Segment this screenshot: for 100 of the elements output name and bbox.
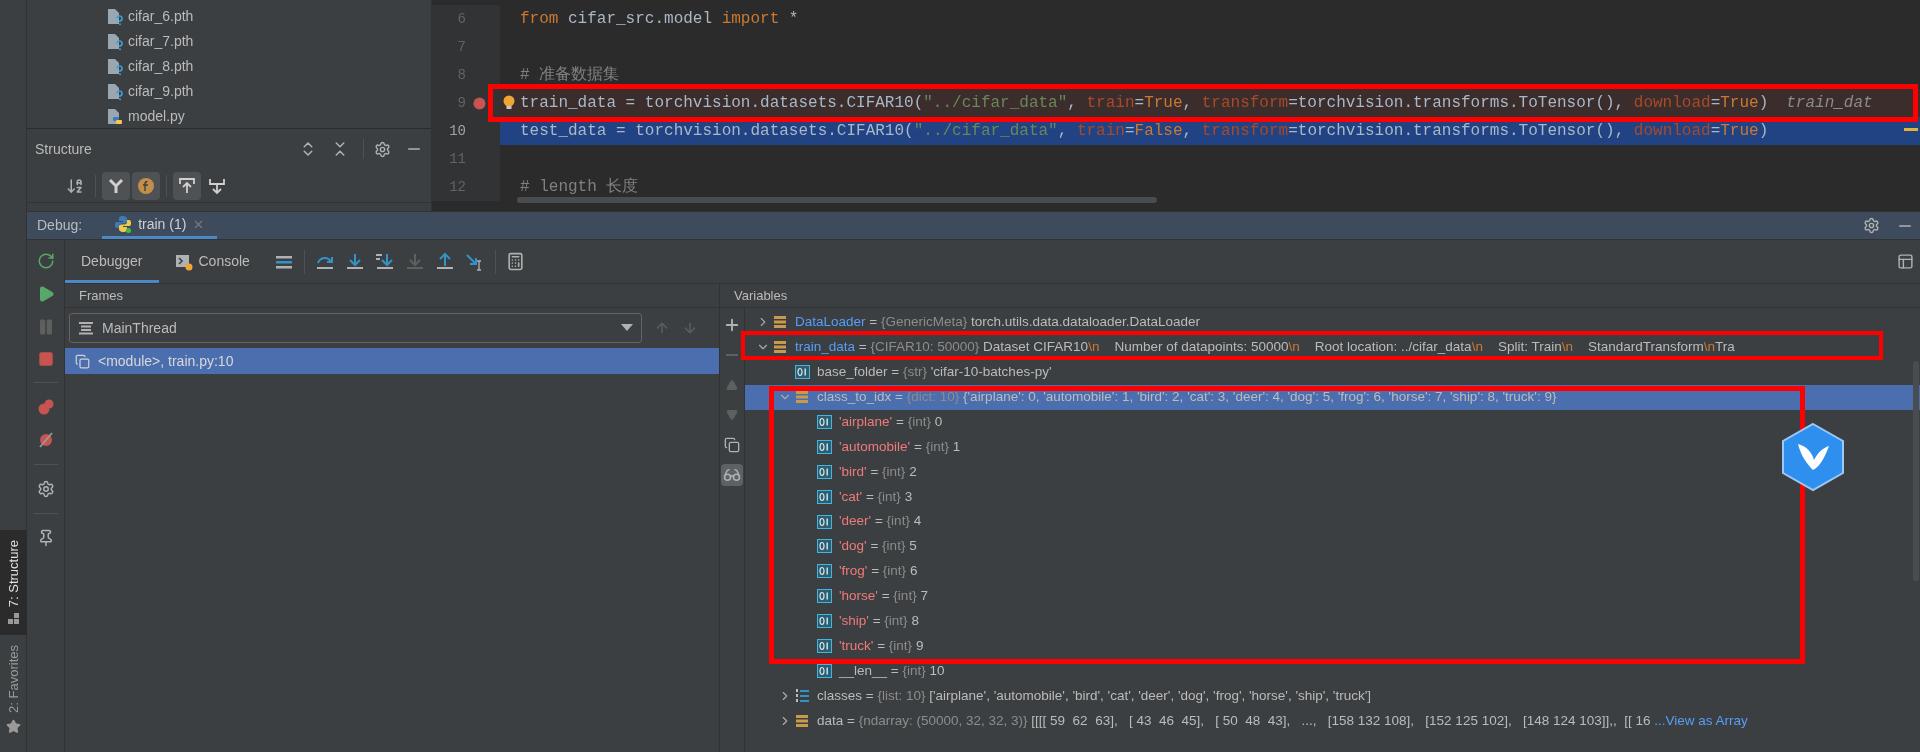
calculator-icon[interactable]: [505, 252, 525, 271]
unknown-file-icon: [107, 82, 124, 101]
panel-title: Frames: [79, 286, 124, 305]
breakpoints-icon[interactable]: [36, 398, 55, 416]
tree-row[interactable]: data = {ndarray: (50000, 32, 32, 3)} [[[[ 59 62 63], [ 43 46 45], [ 50 48 43], ..., [158 132 108], [152 125 102], [148 124 103]],, [[ 16 ...View as Array: [745, 708, 1920, 734]
binary-value-icon: [817, 464, 832, 479]
frame-item[interactable]: <module>, train.py:10: [65, 348, 719, 374]
settings-icon[interactable]: [374, 140, 391, 158]
tree-row[interactable]: 'bird' = {int} 2: [745, 459, 1920, 485]
unknown-file-icon: [107, 32, 124, 51]
run-tab[interactable]: train (1): [102, 212, 218, 239]
code-line: train_data = torchvision.datasets.CIFAR10("../cifar_data", train=True, transform=torchvision.transforms.ToTensor(), download=True): [520, 93, 1769, 114]
layout-icon[interactable]: [1897, 253, 1914, 270]
breakpoint-icon[interactable]: [473, 96, 486, 110]
file-tree-item[interactable]: cifar_6.pth: [107, 4, 431, 29]
variable-text: 'deer' = {int} 4: [839, 512, 922, 531]
tree-row[interactable]: 'frog' = {int} 6: [745, 558, 1920, 584]
warning-stripe-marker[interactable]: [1904, 128, 1918, 131]
console-icon: [174, 252, 193, 271]
triangle-up-icon: [726, 379, 738, 391]
step-out-icon[interactable]: [434, 251, 455, 272]
settings-icon[interactable]: [36, 480, 55, 498]
fields-filter-button[interactable]: [132, 171, 160, 200]
panel-title: Structure: [35, 139, 92, 159]
variable-text: 'airplane' = {int} 0: [839, 412, 943, 431]
variable-text: 'horse' = {int} 7: [839, 587, 928, 606]
binary-value-icon: [817, 589, 832, 604]
tree-row[interactable]: __len__ = {int} 10: [745, 658, 1920, 684]
tree-row[interactable]: 'dog' = {int} 5: [745, 534, 1920, 559]
view-as-array-link[interactable]: ...View as Array: [1654, 710, 1748, 731]
sort-alphabetically-icon: [66, 176, 84, 195]
tree-row[interactable]: 'cat' = {int} 3: [745, 484, 1920, 510]
tree-row[interactable]: classes = {list: 10} ['airplane', 'automobile', 'bird', 'cat', 'deer', 'dog', 'frog', 'horse', 'ship', 'truck']: [745, 683, 1920, 709]
code-line: from cifar_src.model import *: [520, 9, 799, 30]
copy-icon: [724, 437, 740, 453]
vertical-scrollbar[interactable]: [1913, 361, 1919, 581]
python-file-icon: [107, 107, 124, 126]
minus-icon: [726, 354, 738, 356]
tree-row[interactable]: 'automobile' = {int} 1: [745, 434, 1920, 460]
tree-row[interactable]: train_data = {CIFAR10: 50000} Dataset CIFAR10\n Number of datapoints: 50000\n Root location: ../cifar_data\n Split: Train\n StandardTransform\nTra: [745, 334, 1920, 360]
file-tree-item[interactable]: cifar_7.pth: [107, 29, 431, 54]
variable-text: 'dog' = {int} 5: [839, 537, 917, 556]
variable-text: 'bird' = {int} 2: [839, 462, 917, 481]
tree-row[interactable]: 'deer' = {int} 4: [745, 509, 1920, 534]
variable-text: classes = {list: 10} ['airplane', 'automobile', 'bird', 'cat', 'deer', 'dog', 'frog', 'horse', 'ship', 'truck']: [817, 686, 1371, 705]
rerun-icon[interactable]: [36, 252, 55, 270]
lightbulb-icon[interactable]: [503, 95, 515, 111]
scroll-from-source-button[interactable]: [173, 171, 201, 200]
step-into-icon[interactable]: [344, 251, 365, 272]
thread-dropdown[interactable]: MainThread: [69, 313, 642, 343]
tree-row[interactable]: base_folder = {str} 'cifar-10-batches-py': [745, 359, 1920, 385]
variable-text: 'frog' = {int} 6: [839, 562, 918, 581]
stack-icon: [795, 390, 809, 405]
tree-row[interactable]: 'truck' = {int} 9: [745, 633, 1920, 659]
binary-value-icon: [817, 639, 832, 653]
variable-text: DataLoader = {GenericMeta} torch.utils.data.dataloader.DataLoader: [795, 313, 1200, 332]
inline-value-hint: train_dat: [1786, 93, 1873, 114]
stop-icon[interactable]: [37, 351, 54, 367]
python-icon: [114, 215, 133, 233]
view-tab[interactable]: Debugger: [65, 240, 159, 283]
unknown-file-icon: [107, 7, 124, 26]
structure-icon: [6, 613, 21, 626]
glasses-toggle-button[interactable]: [721, 464, 743, 486]
variable-text: data = {ndarray: (50000, 32, 32, 3)} [[[[ 59 62 63], [ 43 46 45], [ 50 48 43], ..., [158 132 108], [152 125 102], [148 124 103]],, [[ 16: [817, 711, 1652, 730]
mute-breakpoints-icon[interactable]: [36, 431, 55, 449]
stack-icon: [773, 340, 787, 355]
triangle-down-icon: [726, 409, 738, 421]
variable-text: 'cat' = {int} 3: [839, 487, 913, 506]
glasses-icon: [723, 466, 741, 484]
binary-value-icon: [817, 489, 832, 504]
variable-text: 'automobile' = {int} 1: [839, 437, 961, 456]
stack-icon: [773, 315, 787, 330]
side-tool-tab[interactable]: 2: Favorites: [0, 635, 27, 744]
side-tool-tab[interactable]: 7: Structure: [0, 529, 27, 636]
variable-text: 'ship' = {int} 8: [839, 612, 919, 630]
dropdown-caret-icon: [621, 324, 633, 332]
code-line: # length 长度: [520, 176, 639, 198]
branch-filter-button[interactable]: [102, 171, 130, 200]
tree-row[interactable]: DataLoader = {GenericMeta} torch.utils.data.dataloader.DataLoader: [745, 310, 1920, 335]
binary-value-icon: [817, 614, 832, 629]
file-tree-item[interactable]: cifar_9.pth: [107, 79, 431, 104]
file-tree-item[interactable]: cifar_8.pth: [107, 54, 431, 79]
binary-value-icon: [817, 539, 832, 554]
horizontal-scrollbar[interactable]: [517, 197, 1157, 203]
frame-icon: [75, 353, 90, 369]
plus-icon: [723, 316, 741, 334]
panel-title: Variables: [734, 286, 788, 305]
variable-text: __len__ = {int} 10: [839, 661, 945, 680]
tool-window-title: Debug:: [36, 216, 84, 235]
tree-row[interactable]: 'airplane' = {int} 0: [745, 409, 1920, 435]
tree-row[interactable]: 'horse' = {int} 7: [745, 583, 1920, 609]
settings-icon[interactable]: [1863, 217, 1880, 234]
tree-row[interactable]: 'ship' = {int} 8: [745, 608, 1920, 634]
file-tree-item[interactable]: model.py: [107, 104, 431, 129]
star-icon: [6, 719, 21, 734]
branch-icon: [108, 177, 124, 194]
numbered-list-icon: [795, 688, 810, 704]
binary-value-icon: [817, 439, 832, 454]
step-into-my-code-icon[interactable]: [374, 251, 395, 272]
view-tab[interactable]: Console: [158, 240, 266, 283]
